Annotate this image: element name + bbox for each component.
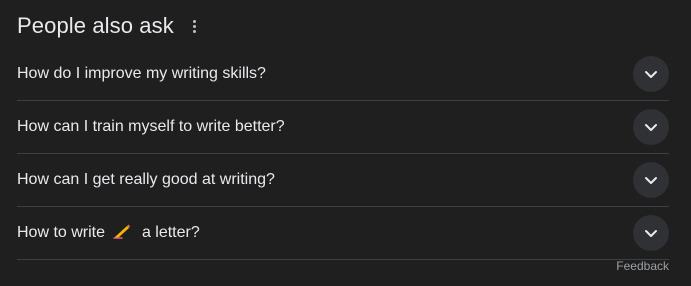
question-item[interactable]: How can I train myself to write better? xyxy=(17,101,669,154)
question-text-after: a letter? xyxy=(141,223,200,241)
more-vert-icon[interactable] xyxy=(188,16,202,36)
question-text: How to write a letter? xyxy=(17,223,200,244)
chevron-down-icon[interactable] xyxy=(633,109,669,145)
paa-header: People also ask xyxy=(17,10,202,42)
question-item[interactable]: How do I improve my writing skills? xyxy=(17,48,669,101)
question-text: How do I improve my writing skills? xyxy=(17,65,266,82)
paa-title: People also ask xyxy=(17,13,174,38)
question-text: How can I train myself to write better? xyxy=(17,118,285,135)
question-item[interactable]: How to write a letter? xyxy=(17,207,669,260)
question-text-before: How to write xyxy=(17,223,106,241)
chevron-down-icon[interactable] xyxy=(633,215,669,251)
chevron-down-icon[interactable] xyxy=(633,56,669,92)
chevron-down-icon[interactable] xyxy=(633,162,669,198)
feedback-link[interactable]: Feedback xyxy=(616,259,669,273)
question-item[interactable]: How can I get really good at writing? xyxy=(17,154,669,207)
people-also-ask-panel: People also ask How do I improve my writ… xyxy=(0,0,691,286)
question-list: How do I improve my writing skills? How … xyxy=(17,48,669,260)
question-text: How can I get really good at writing? xyxy=(17,171,275,188)
writing-hand-emoji xyxy=(113,223,133,244)
